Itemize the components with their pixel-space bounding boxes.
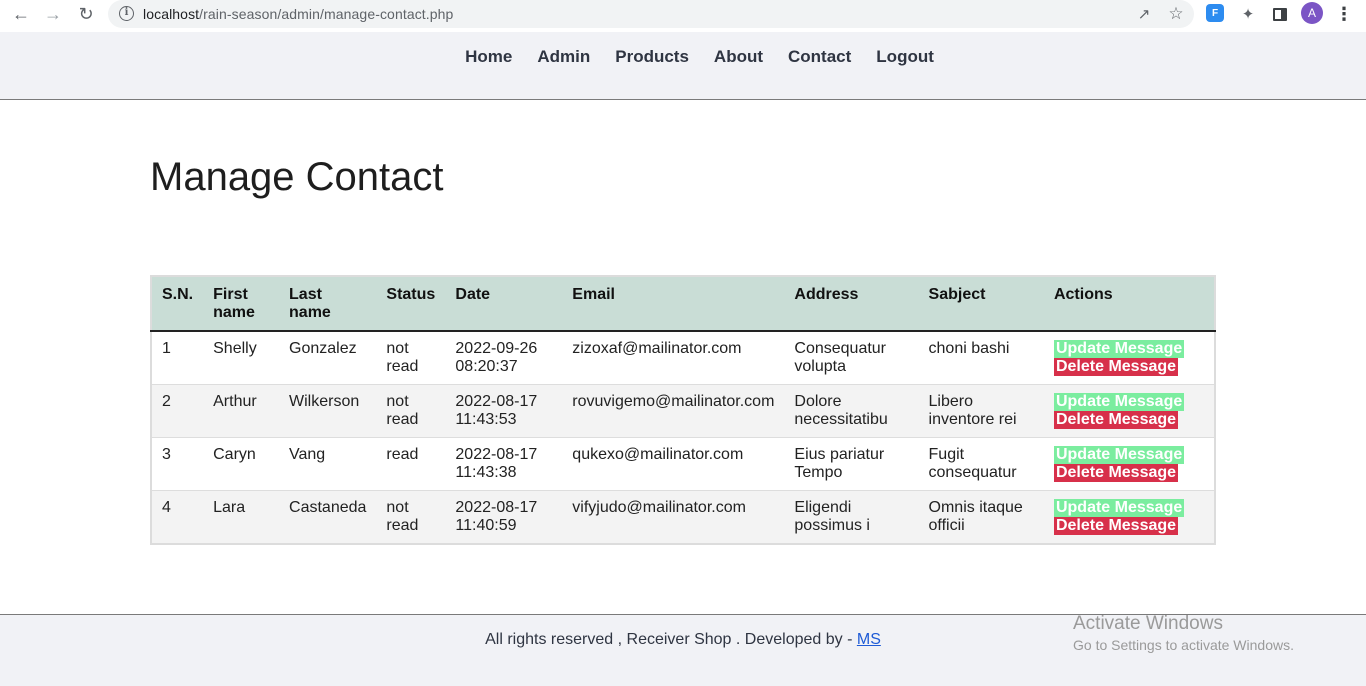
cell-last-name: Castaneda	[289, 499, 367, 516]
cell-first-name: Lara	[213, 499, 246, 516]
site-info-icon[interactable]: i	[119, 6, 134, 21]
cell-subject: Fugit consequatur	[918, 437, 1044, 491]
extensions-puzzle-icon[interactable]: ✦	[1238, 4, 1258, 24]
cell-email: qukexo@mailinator.com	[562, 437, 785, 491]
col-header-sn: S.N.	[151, 276, 204, 332]
cell-date: 2022-08-17 11:40:59	[455, 499, 538, 534]
url-path: /rain-season/admin/manage-contact.php	[199, 6, 454, 22]
nav-home[interactable]: Home	[465, 47, 512, 67]
activate-windows-watermark: Activate Windows Go to Settings to activ…	[1073, 613, 1294, 653]
cell-subject: choni bashi	[918, 331, 1044, 385]
table-row: 4 Lara Castaneda not read 2022-08-17 11:…	[151, 490, 1215, 545]
url-text[interactable]: localhost/rain-season/admin/manage-conta…	[143, 6, 453, 22]
cell-address: Eius pariatur Tempo	[784, 437, 919, 491]
cell-first-name: Shelly	[203, 331, 280, 385]
site-header: Home Admin Products About Contact Logout	[0, 32, 1366, 100]
update-message-button[interactable]: Update Message	[1053, 446, 1185, 464]
profile-avatar[interactable]: A	[1301, 2, 1323, 24]
browser-menu-icon[interactable]: ⋮	[1334, 4, 1354, 24]
watermark-subtitle: Go to Settings to activate Windows.	[1073, 637, 1294, 653]
cell-email: zizoxaf@mailinator.com	[562, 331, 785, 385]
url-host: localhost	[143, 6, 200, 22]
cell-subject: Libero inventore rei	[918, 384, 1044, 438]
table-header-row: S.N. First name Last name Status Date Em…	[151, 276, 1215, 332]
cell-date: 2022-08-17 11:43:38	[445, 437, 563, 491]
nav-contact[interactable]: Contact	[788, 47, 851, 67]
table-row: 1 Shelly Gonzalez not read 2022-09-26 08…	[151, 331, 1215, 385]
cell-status: not read	[376, 384, 446, 438]
cell-actions: Update Message Delete Message	[1043, 384, 1215, 438]
bookmark-star-icon[interactable]: ☆	[1166, 4, 1186, 24]
page-title: Manage Contact	[150, 155, 444, 199]
forward-arrow-icon[interactable]: →	[43, 4, 63, 24]
delete-message-button[interactable]: Delete Message	[1053, 464, 1179, 482]
update-message-button[interactable]: Update Message	[1053, 499, 1185, 517]
cell-actions: Update Message Delete Message	[1044, 491, 1215, 545]
col-header-last-name: Last name	[279, 276, 377, 332]
address-bar[interactable]: i localhost/rain-season/admin/manage-con…	[108, 0, 1194, 28]
cell-email: vifyjudo@mailinator.com	[572, 499, 746, 516]
share-icon[interactable]: ↗	[1134, 4, 1154, 24]
update-message-button[interactable]: Update Message	[1053, 393, 1185, 411]
col-header-address: Address	[784, 276, 919, 332]
delete-message-button[interactable]: Delete Message	[1053, 358, 1179, 376]
col-header-subject: Sabject	[918, 276, 1044, 332]
cell-address: Consequatur volupta	[784, 331, 919, 385]
cell-sn: 4	[162, 499, 171, 516]
cell-status: not read	[376, 331, 446, 385]
cell-subject: Omnis itaque officii	[928, 499, 1023, 534]
extension-icon[interactable]: F	[1206, 4, 1224, 22]
nav-about[interactable]: About	[714, 47, 763, 67]
cell-last-name: Vang	[279, 437, 377, 491]
cell-status: not read	[386, 499, 419, 534]
cell-status: read	[376, 437, 446, 491]
cell-sn: 3	[151, 437, 204, 491]
cell-actions: Update Message Delete Message	[1043, 331, 1215, 385]
back-arrow-icon[interactable]: ←	[11, 4, 31, 24]
cell-first-name: Arthur	[203, 384, 280, 438]
nav-products[interactable]: Products	[615, 47, 689, 67]
footer-copyright: All rights reserved , Receiver Shop . De…	[485, 631, 857, 648]
col-header-status: Status	[376, 276, 446, 332]
extension-label: F	[1211, 7, 1219, 19]
cell-address: Eligendi possimus i	[794, 499, 870, 534]
cell-last-name: Gonzalez	[279, 331, 377, 385]
cell-email: rovuvigemo@mailinator.com	[562, 384, 785, 438]
cell-address: Dolore necessitatibu	[784, 384, 919, 438]
watermark-title: Activate Windows	[1073, 613, 1223, 634]
cell-date: 2022-08-17 11:43:53	[445, 384, 563, 438]
col-header-first-name: First name	[203, 276, 280, 332]
cell-sn: 2	[151, 384, 204, 438]
cell-date: 2022-09-26 08:20:37	[445, 331, 563, 385]
col-header-email: Email	[562, 276, 785, 332]
main-nav: Home Admin Products About Contact Logout	[0, 47, 1366, 67]
browser-toolbar: ← → ↻ i localhost/rain-season/admin/mana…	[0, 0, 1366, 30]
nav-admin[interactable]: Admin	[537, 47, 590, 67]
col-header-actions: Actions	[1043, 276, 1215, 332]
cell-last-name: Wilkerson	[279, 384, 377, 438]
contacts-table: S.N. First name Last name Status Date Em…	[150, 275, 1216, 545]
nav-logout[interactable]: Logout	[876, 47, 934, 67]
cell-sn: 1	[151, 331, 204, 385]
reload-icon[interactable]: ↻	[76, 4, 96, 24]
delete-message-button[interactable]: Delete Message	[1053, 411, 1179, 429]
update-message-button[interactable]: Update Message	[1053, 340, 1185, 358]
col-header-date: Date	[445, 276, 563, 332]
developer-link[interactable]: MS	[857, 631, 881, 648]
cell-first-name: Caryn	[203, 437, 280, 491]
table-row: 2 Arthur Wilkerson not read 2022-08-17 1…	[151, 384, 1215, 438]
cell-actions: Update Message Delete Message	[1043, 437, 1215, 491]
delete-message-button[interactable]: Delete Message	[1053, 517, 1179, 535]
table-row: 3 Caryn Vang read 2022-08-17 11:43:38 qu…	[151, 437, 1215, 491]
side-panel-icon[interactable]	[1270, 4, 1290, 24]
